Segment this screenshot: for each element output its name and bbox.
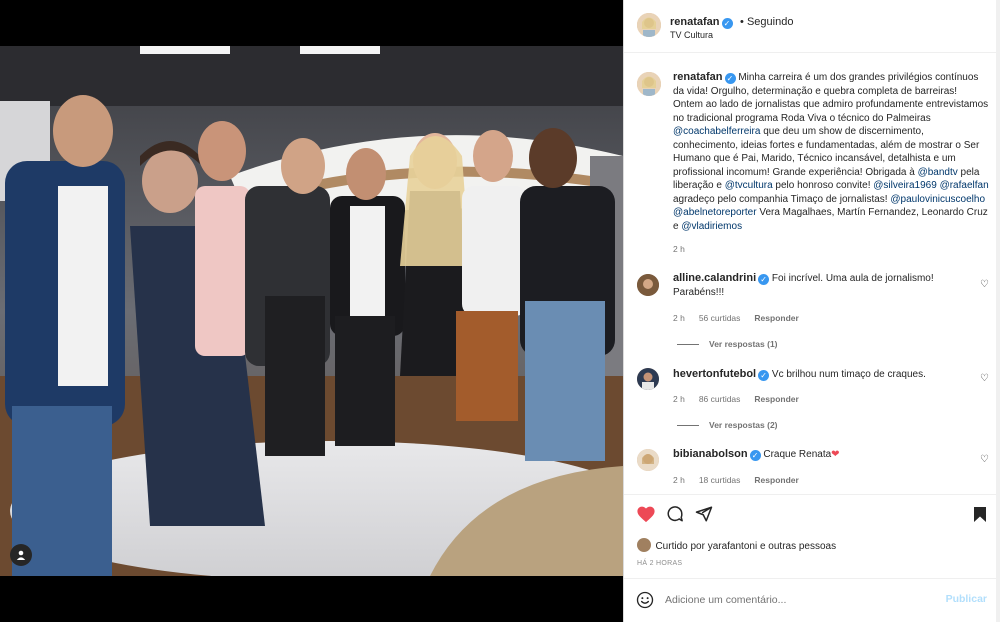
bookmark-filled-icon[interactable] <box>973 506 987 523</box>
caption-text-segment: pelo honroso convite! <box>772 180 874 191</box>
reply-button[interactable]: Responder <box>754 313 798 323</box>
add-comment-bar: Publicar <box>624 578 997 622</box>
mention-link[interactable]: @rafaelfan <box>940 180 989 191</box>
commenter-avatar[interactable] <box>637 368 659 390</box>
comment-meta: 2 h 18 curtidas Responder <box>673 475 813 485</box>
verified-badge-icon: ✓ <box>721 18 733 29</box>
comment-meta: 2 h 86 curtidas Responder <box>673 394 813 404</box>
post-timestamp: HÁ 2 HORAS <box>637 560 683 567</box>
comment-time: 2 h <box>673 313 685 323</box>
comment-item: hevertonfutebol ✓ Vc brilhou num timaço d… <box>673 368 973 382</box>
verified-badge-icon: ✓ <box>749 450 761 461</box>
post-caption: renatafan ✓ Minha carreira é um dos grand… <box>673 71 989 233</box>
window-scrollbar[interactable] <box>996 0 1000 622</box>
mention-link[interactable]: @silveira1969 <box>873 180 937 191</box>
comment-time: 2 h <box>673 394 685 404</box>
comment-bubble-icon[interactable] <box>666 505 684 523</box>
commenter-avatar[interactable] <box>637 449 659 471</box>
comment-likes-count[interactable]: 18 curtidas <box>699 475 741 485</box>
follow-status-button[interactable]: Seguindo <box>747 16 794 28</box>
comment-text: Vc brilhou num timaço de craques. <box>771 369 926 380</box>
post-header: renatafan ✓ • Seguindo TV Cultura <box>624 0 996 53</box>
paper-plane-icon[interactable] <box>695 505 713 523</box>
mention-link[interactable]: @paulovinicuscoelho <box>890 194 985 205</box>
comment-text: Craque Renata <box>763 449 832 460</box>
mention-link[interactable]: @vladiriemos <box>681 221 742 232</box>
mention-link[interactable]: @coachabelferreira <box>673 126 760 137</box>
verified-badge-icon: ✓ <box>724 73 736 84</box>
commenter-username[interactable]: bibianabolson <box>673 448 748 460</box>
liker-avatar[interactable] <box>637 538 651 552</box>
author-username[interactable]: renatafan <box>670 16 720 28</box>
post-location[interactable]: TV Cultura <box>670 30 713 40</box>
likes-summary[interactable]: Curtido por yarafantoni e outras pessoas <box>655 541 836 552</box>
mention-link[interactable]: @abelnetoreporter <box>673 207 757 218</box>
publish-button[interactable]: Publicar <box>946 593 987 605</box>
heart-filled-icon[interactable] <box>636 505 656 523</box>
comment-input[interactable] <box>665 591 925 609</box>
caption-author-avatar[interactable] <box>637 72 661 96</box>
commenter-username[interactable]: alline.calandrini <box>673 272 756 284</box>
mention-link[interactable]: @bandtv <box>918 167 958 178</box>
smiley-icon[interactable] <box>636 591 654 609</box>
post-side-panel: renatafan ✓ • Seguindo TV Cultura renataf… <box>623 0 997 622</box>
comment-like-heart-icon[interactable]: ♡ <box>980 373 989 384</box>
comment-item: alline.calandrini ✓ Foi incrível. Uma aul… <box>673 272 973 299</box>
comment-meta: 2 h 56 curtidas Responder <box>673 313 813 323</box>
post-photo[interactable] <box>0 46 623 576</box>
comments-list[interactable]: renatafan ✓ Minha carreira é um dos grand… <box>624 54 997 494</box>
commenter-username[interactable]: hevertonfutebol <box>673 368 756 380</box>
verified-badge-icon: ✓ <box>758 370 770 381</box>
header-author-row: renatafan ✓ • Seguindo <box>670 12 793 30</box>
view-replies-button[interactable]: Ver respostas (2) <box>677 420 778 430</box>
separator-dot: • <box>736 16 747 28</box>
comment-time: 2 h <box>673 475 685 485</box>
comment-likes-count[interactable]: 86 curtidas <box>699 394 741 404</box>
caption-text-segment: agradeço pelo companhia Timaço de jornal… <box>673 193 891 205</box>
commenter-avatar[interactable] <box>637 274 659 296</box>
likes-row: Curtido por yarafantoni e outras pessoas <box>637 536 836 554</box>
caption-author-username[interactable]: renatafan <box>673 71 723 83</box>
red-heart-emoji: ❤ <box>831 449 840 460</box>
verified-badge-icon: ✓ <box>758 274 770 285</box>
reply-button[interactable]: Responder <box>754 475 798 485</box>
caption-time: 2 h <box>673 244 685 254</box>
person-tag-icon[interactable] <box>10 544 32 566</box>
post-media[interactable] <box>0 0 623 622</box>
reply-button[interactable]: Responder <box>754 394 798 404</box>
comment-likes-count[interactable]: 56 curtidas <box>699 313 741 323</box>
caption-body: Minha carreira é um dos grandes privilég… <box>673 72 989 232</box>
view-replies-button[interactable]: Ver respostas (1) <box>677 339 778 349</box>
author-avatar[interactable] <box>637 13 661 37</box>
comment-like-heart-icon[interactable]: ♡ <box>980 454 989 465</box>
mention-link[interactable]: @tvcultura <box>725 180 773 191</box>
comment-like-heart-icon[interactable]: ♡ <box>980 279 989 290</box>
post-actions: Curtido por yarafantoni e outras pessoas… <box>624 494 997 622</box>
comment-item: bibianabolson ✓ Craque Renata❤ <box>673 448 973 462</box>
